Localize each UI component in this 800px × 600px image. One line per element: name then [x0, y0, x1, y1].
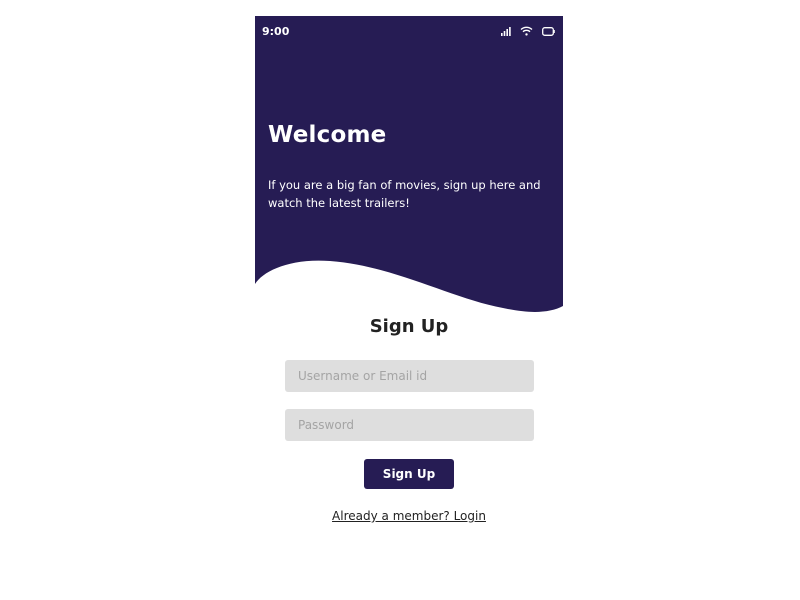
wifi-icon	[520, 26, 533, 36]
status-icons	[501, 26, 555, 36]
welcome-description: If you are a big fan of movies, sign up …	[268, 178, 541, 210]
username-email-input[interactable]	[285, 360, 534, 392]
welcome-hero: 9:00 Welcome If you are a big fan of mov…	[255, 16, 563, 316]
signup-button[interactable]: Sign Up	[364, 459, 454, 489]
phone-screen: 9:00 Welcome If you are a big fan of mov…	[255, 16, 563, 576]
status-bar: 9:00	[255, 16, 563, 46]
status-time: 9:00	[262, 25, 290, 38]
signal-icon	[501, 26, 511, 36]
hero-wave-background	[255, 16, 563, 312]
signup-title: Sign Up	[369, 316, 449, 337]
login-link[interactable]: Already a member? Login	[255, 509, 563, 523]
password-input[interactable]	[285, 409, 534, 441]
battery-icon	[542, 26, 555, 36]
welcome-title: Welcome	[268, 122, 387, 148]
